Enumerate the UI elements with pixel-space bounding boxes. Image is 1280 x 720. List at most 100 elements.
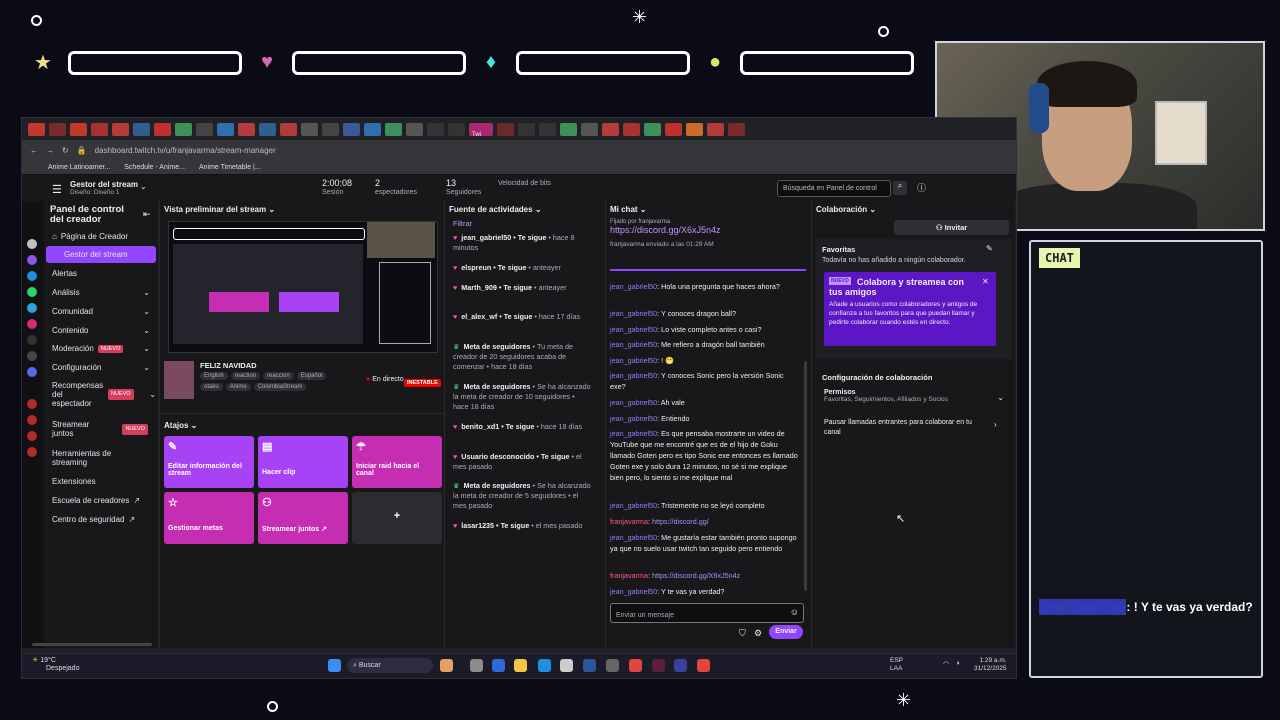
file-explorer-icon[interactable] <box>514 659 527 672</box>
chevron-down-icon[interactable]: ⌄ <box>140 182 147 191</box>
tag[interactable]: ColombiaStream <box>253 383 307 391</box>
browser-tab[interactable] <box>581 122 598 136</box>
tiktok-icon[interactable] <box>27 335 37 345</box>
browser-tab[interactable] <box>322 122 339 136</box>
sidebar-item-analisis[interactable]: Análisis ⌄ <box>52 288 150 297</box>
browser-tab[interactable] <box>448 122 465 136</box>
gear-icon[interactable]: ⚙ <box>754 628 762 639</box>
shortcut-manage-goals[interactable]: ☆ Gestionar metas <box>164 492 254 544</box>
browser-tab[interactable] <box>175 122 192 136</box>
tag[interactable]: reaccion <box>263 372 294 380</box>
taskbar-app-icon[interactable] <box>440 659 453 672</box>
browser-tab[interactable] <box>560 122 577 136</box>
browser-tab[interactable] <box>497 122 514 136</box>
shortcut-start-raid[interactable]: ☂ Iniciar raid hacia el canal <box>352 436 442 488</box>
taskbar-search[interactable]: ⌕ Buscar <box>347 658 433 673</box>
taskbar-app-icon[interactable] <box>470 659 483 672</box>
browser-tab[interactable] <box>112 122 129 136</box>
app-shortcut-icon[interactable] <box>27 399 37 409</box>
preview-header[interactable]: Vista preliminar del stream ⌄ <box>160 201 444 219</box>
browser-tab[interactable] <box>623 122 640 136</box>
browser-tab[interactable] <box>49 122 66 136</box>
chat-link[interactable]: https://discord.gg/ <box>652 517 709 526</box>
browser-tab[interactable] <box>644 122 661 136</box>
forward-icon[interactable]: → <box>46 146 54 155</box>
sidebar-item-pagina-creador[interactable]: ⌂ Página de Creador <box>52 232 128 241</box>
bookmark-item[interactable]: Schedule - Anime... <box>124 164 185 171</box>
stream-preview-video[interactable] <box>168 221 438 353</box>
activity-item[interactable]: ♥ elspreun • Te sigue • anteayer <box>453 263 591 273</box>
tag[interactable]: English <box>200 372 228 380</box>
chrome-icon[interactable] <box>629 659 642 672</box>
sidebar-item-comunidad[interactable]: Comunidad ⌄ <box>52 307 150 316</box>
activity-item[interactable]: ♛ Meta de seguidores • Se ha alcanzado la… <box>453 382 591 412</box>
weather-widget[interactable]: ☀ 19°C Despejado <box>32 657 79 673</box>
shield-icon[interactable]: ⛉ <box>739 628 746 639</box>
word-icon[interactable] <box>583 659 596 672</box>
activity-item[interactable]: ♥ lasar1235 • Te sigue • el mes pasado <box>453 521 591 531</box>
atajos-header[interactable]: Atajos ⌄ <box>164 421 197 430</box>
sidebar-item-streamear-juntos[interactable]: Streamear juntos NUEVO <box>52 420 148 438</box>
tag[interactable]: reaction <box>230 372 261 380</box>
whatsapp-icon[interactable] <box>27 287 37 297</box>
app-shortcut-icon[interactable] <box>27 431 37 441</box>
browser-tab[interactable] <box>280 122 297 136</box>
reload-icon[interactable]: ↻ <box>62 146 69 155</box>
sidebar-item-extensiones[interactable]: Extensiones <box>52 477 96 486</box>
collab-header[interactable]: Colaboración ⌄ <box>812 201 1015 219</box>
browser-tab[interactable] <box>686 122 703 136</box>
app-shortcut-icon[interactable] <box>27 447 37 457</box>
browser-tab[interactable] <box>343 122 360 136</box>
browser-tab[interactable] <box>665 122 682 136</box>
url-text[interactable]: dashboard.twitch.tv/u/franjavarma/stream… <box>95 146 276 155</box>
browser-tab[interactable] <box>602 122 619 136</box>
browser-tab[interactable] <box>364 122 381 136</box>
chat-input[interactable]: Enviar un mensaje ☺ <box>610 603 804 623</box>
horizontal-scrollbar[interactable] <box>32 643 152 646</box>
x-icon[interactable] <box>27 351 37 361</box>
collapse-icon[interactable]: ⇤ <box>143 209 151 220</box>
invite-button[interactable]: ⚇ Invitar <box>894 220 1009 235</box>
app-shortcut-icon[interactable] <box>27 239 37 249</box>
emoji-icon[interactable]: ☺ <box>790 607 799 617</box>
page-title-group[interactable]: Gestor del stream Diseño: Diseño 1 <box>70 180 138 196</box>
sidebar-item-alertas[interactable]: Alertas <box>52 269 77 278</box>
browser-tab[interactable] <box>385 122 402 136</box>
shortcut-make-clip[interactable]: ▤ Hacer clip <box>258 436 348 488</box>
taskbar-app-icon[interactable] <box>606 659 619 672</box>
permissions-row[interactable]: Permisos Favoritas, Seguimientos, Afilia… <box>824 389 1004 403</box>
app-shortcut-icon[interactable] <box>27 255 37 265</box>
browser-tab[interactable] <box>91 122 108 136</box>
back-icon[interactable]: ← <box>30 146 38 155</box>
chat-header[interactable]: Mi chat ⌄ <box>606 201 811 219</box>
pencil-icon[interactable]: ✎ <box>986 244 993 253</box>
close-icon[interactable]: ✕ <box>982 277 989 286</box>
volume-icon[interactable]: ◗ <box>956 660 960 667</box>
sidebar-item-gestor-stream[interactable]: Gestor del stream <box>46 246 156 263</box>
search-icon[interactable]: ⌕ <box>893 181 907 195</box>
bookmark-item[interactable]: Anime Timetable |... <box>199 164 261 171</box>
taskbar-app-icon[interactable] <box>560 659 573 672</box>
shortcut-add[interactable]: + <box>352 492 442 544</box>
pinned-message[interactable]: Fijado por franjavarma https://discord.g… <box>610 219 806 271</box>
tag[interactable]: otaku <box>200 383 223 391</box>
browser-tab[interactable] <box>518 122 535 136</box>
telegram-icon[interactable] <box>27 303 37 313</box>
bookmark-item[interactable]: Anime Latinoamer... <box>48 164 110 171</box>
address-bar[interactable]: ← → ↻ 🔒 dashboard.twitch.tv/u/franjavarm… <box>22 140 1016 160</box>
sidebar-item-moderacion[interactable]: Moderación NUEVO ⌄ <box>52 344 150 353</box>
browser-tab[interactable] <box>70 122 87 136</box>
wifi-icon[interactable]: ◠ <box>943 660 949 668</box>
browser-tab[interactable] <box>406 122 423 136</box>
taskbar-app-icon[interactable] <box>652 659 665 672</box>
browser-tab[interactable] <box>259 122 276 136</box>
browser-tab[interactable] <box>301 122 318 136</box>
edge-icon[interactable] <box>538 659 551 672</box>
sidebar-item-herramientas[interactable]: Herramientas de streaming <box>52 449 132 467</box>
sidebar-item-configuracion[interactable]: Configuración ⌄ <box>52 363 150 372</box>
activity-item[interactable]: ♛ Meta de seguidores • Se ha alcanzado la… <box>453 481 591 511</box>
shortcut-stream-together[interactable]: ⚇ Streamear juntos ↗ <box>258 492 348 544</box>
activity-item[interactable]: ♥ Usuario desconocido • Te sigue • el mes… <box>453 452 591 472</box>
activity-item[interactable]: ♥ jean_gabriel50 • Te sigue • hace 8 minu… <box>453 233 591 253</box>
sidebar-item-escuela[interactable]: Escuela de creadores ↗ <box>52 496 140 505</box>
